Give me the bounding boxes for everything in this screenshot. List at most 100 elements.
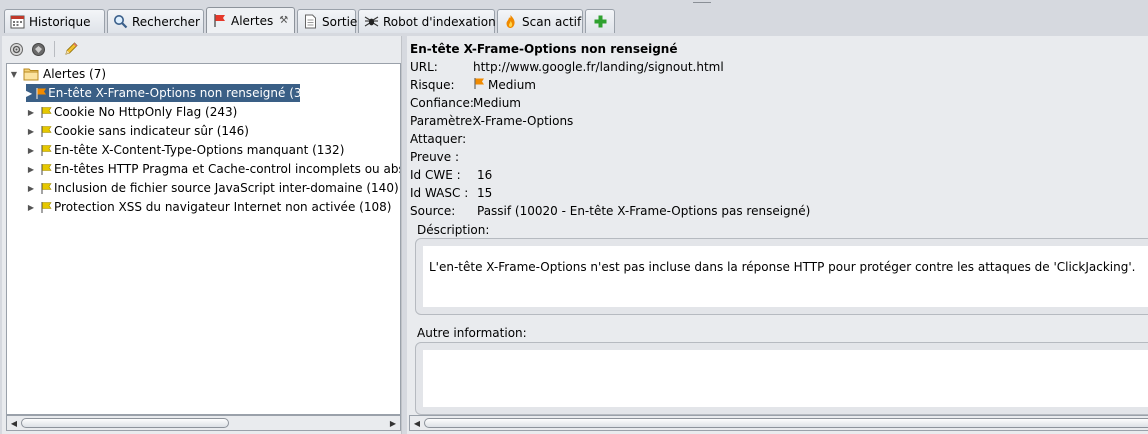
scroll-thumb[interactable] [424,418,1148,428]
expand-arrow-icon[interactable]: ▶ [26,127,36,136]
tree-item-label: En-tête X-Frame-Options non renseigné (3… [48,86,314,100]
tree-root[interactable]: ▼ Alertes (7) [9,65,106,83]
other-info-label: Autre information: [417,326,527,340]
detail-horizontal-scrollbar[interactable]: ◀ [409,415,1148,431]
filter-icon[interactable] [8,41,24,57]
tab-label: Alertes [231,13,274,28]
field-cwe: Id CWE : 16 [410,166,492,184]
expand-arrow-icon[interactable]: ▶ [26,203,36,212]
collapse-arrow-icon[interactable]: ▼ [9,70,19,79]
field-attaquer: Attaquer: [410,130,466,148]
tree-root-label: Alertes (7) [43,67,107,81]
alerts-panel: ▼ Alertes (7) ▶ En-tête X-Frame-Options … [2,36,401,434]
tab-label: Scan actif [522,14,582,29]
tree-horizontal-scrollbar[interactable]: ◀ ▶ [6,415,401,431]
scan-icon[interactable] [30,41,46,57]
other-info-box [415,342,1148,415]
tree-item-label: Protection XSS du navigateur Internet no… [54,200,392,214]
expand-arrow-icon[interactable]: ▶ [26,184,36,193]
field-value: X-Frame-Options [473,114,574,128]
scroll-right-arrow-icon[interactable]: ▶ [386,416,400,430]
tab-label: Sortie [322,14,358,29]
tab-historique[interactable]: Historique [4,9,105,33]
tab-label: Robot d'indexation [383,14,496,29]
pin-icon[interactable]: ⚒ [279,15,288,26]
tab-scan-actif[interactable]: Scan actif [497,9,583,33]
field-value: 16 [477,168,493,182]
scroll-track[interactable] [21,417,386,429]
description-text[interactable]: L'en-tête X-Frame-Options n'est pas incl… [423,246,1148,307]
field-value: Passif (10020 - En-tête X-Frame-Options … [477,204,811,218]
tree-item[interactable]: ▶ Cookie sans indicateur sûr (146) [26,122,249,140]
expand-arrow-icon[interactable]: ▶ [26,165,36,174]
field-key: Id CWE : [410,168,461,182]
scroll-thumb[interactable] [21,418,229,428]
tree-item[interactable]: ▶ Protection XSS du navigateur Internet … [26,198,391,216]
expand-arrow-icon[interactable]: ▶ [26,108,36,117]
yellow-flag-icon [39,162,53,176]
tree-item[interactable]: ▶ En-têtes HTTP Pragma et Cache-control … [26,160,400,178]
tab-list: Historique Rechercher Alertes ⚒ Sortie R… [4,7,617,33]
alert-detail-panel: En-tête X-Frame-Options non renseigné UR… [407,36,1148,434]
tab-rechercher[interactable]: Rechercher [107,9,204,33]
add-tab-button[interactable] [585,9,615,33]
field-value: Medium [488,78,536,92]
yellow-flag-icon [39,181,53,195]
yellow-flag-icon [39,105,53,119]
field-preuve: Preuve : [410,148,459,166]
description-box: L'en-tête X-Frame-Options n'est pas incl… [415,238,1148,315]
scroll-left-arrow-icon[interactable]: ◀ [410,416,424,430]
tree-item[interactable]: ▶ En-tête X-Frame-Options non renseigné … [26,84,314,102]
tab-label: Rechercher [132,14,200,29]
field-wasc: Id WASC : 15 [410,184,492,202]
tab-alertes[interactable]: Alertes ⚒ [206,7,295,33]
orange-flag-icon [473,77,485,93]
alert-title: En-tête X-Frame-Options non renseigné [410,42,678,56]
field-url: URL: http://www.google.fr/landing/signou… [410,58,724,76]
tab-robot-indexation[interactable]: Robot d'indexation [358,9,496,33]
field-key: Confiance: [410,96,474,110]
field-value: 15 [477,186,493,200]
flame-icon [503,14,518,29]
description-label: Déscription: [417,223,490,237]
spider-icon [364,14,379,29]
document-icon [303,14,318,29]
field-key: Attaquer: [410,132,467,146]
alerts-tree: ▼ Alertes (7) ▶ En-tête X-Frame-Options … [6,63,401,415]
tab-strip: Historique Rechercher Alertes ⚒ Sortie R… [0,0,1148,36]
tree-item-label: En-têtes HTTP Pragma et Cache-control in… [54,162,400,176]
field-risque: Risque: Medium [410,76,536,94]
tree-item-label: Inclusion de fichier source JavaScript i… [54,181,399,195]
expand-arrow-icon[interactable]: ▶ [26,146,36,155]
field-source: Source: Passif (10020 - En-tête X-Frame-… [410,202,810,220]
panel-grip[interactable] [693,2,711,4]
field-value-group: Medium [473,77,536,93]
magnifier-icon [113,14,128,29]
field-value: Medium [473,96,521,110]
field-key: Paramètre: [410,114,477,128]
tree-item[interactable]: ▶ Inclusion de fichier source JavaScript… [26,179,399,197]
tree-item-label: En-tête X-Content-Type-Options manquant … [54,143,345,157]
plus-icon [593,14,608,29]
yellow-flag-icon [39,200,53,214]
field-key: Id WASC : [410,186,469,200]
field-key: Source: [410,204,456,218]
tree-item-label: Cookie No HttpOnly Flag (243) [54,105,238,119]
folder-icon [22,67,40,81]
expand-arrow-icon[interactable]: ▶ [26,89,32,98]
orange-flag-icon [35,86,47,100]
scroll-track[interactable] [424,417,1148,429]
field-confiance: Confiance: Medium [410,94,521,112]
field-value: http://www.google.fr/landing/signout.htm… [473,60,724,74]
other-info-text[interactable] [423,350,1148,407]
tab-label: Historique [29,14,91,29]
scroll-left-arrow-icon[interactable]: ◀ [7,416,21,430]
toolbar-separator [54,41,55,57]
field-parametre: Paramètre: X-Frame-Options [410,112,573,130]
tab-sortie[interactable]: Sortie [297,9,358,33]
field-key: Risque: [410,78,455,92]
tree-item[interactable]: ▶ Cookie No HttpOnly Flag (243) [26,103,237,121]
alerts-toolbar [2,36,401,62]
edit-pencil-icon[interactable] [63,41,79,57]
tree-item[interactable]: ▶ En-tête X-Content-Type-Options manquan… [26,141,344,159]
